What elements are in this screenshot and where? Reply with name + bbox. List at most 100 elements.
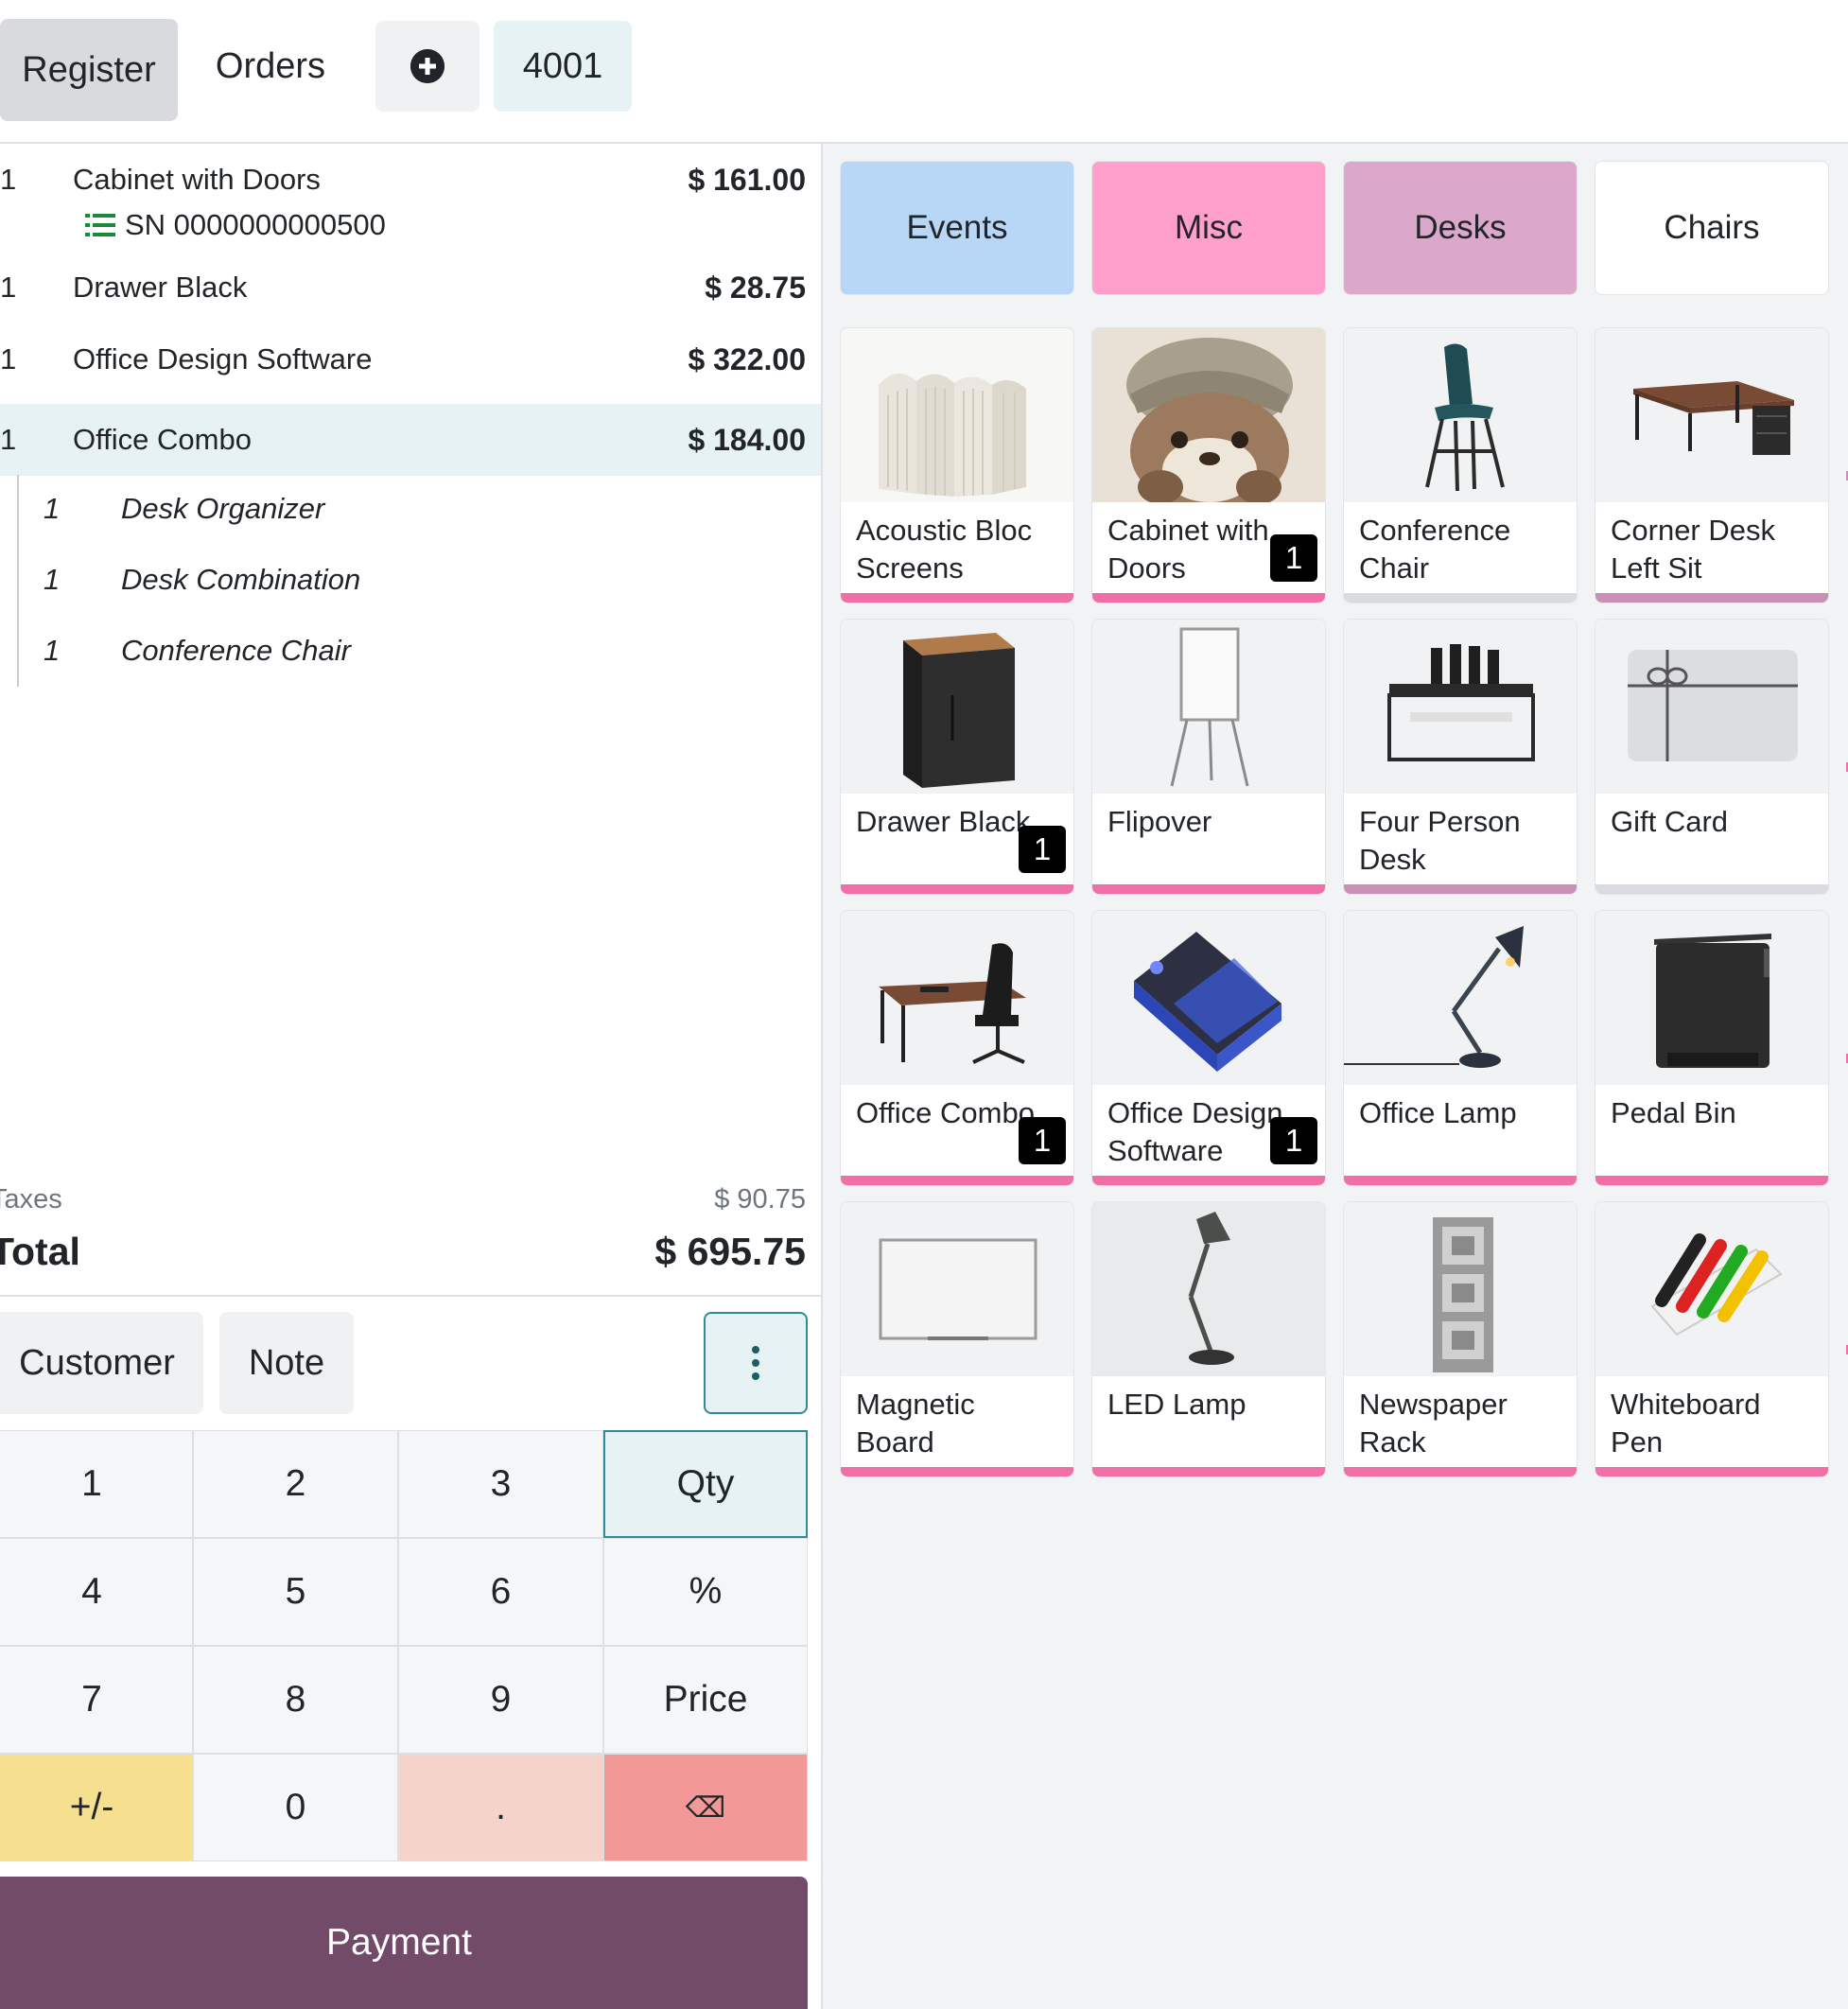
- category-color-bar: [1595, 884, 1828, 894]
- category-color-bar: [841, 593, 1073, 603]
- category-color-bar: [1344, 593, 1577, 603]
- customer-button[interactable]: Customer: [0, 1312, 203, 1414]
- line-qty: 1: [0, 271, 17, 304]
- product-tile[interactable]: Four Person Desk: [1343, 619, 1578, 895]
- note-button[interactable]: Note: [219, 1312, 354, 1414]
- payment-button[interactable]: Payment: [0, 1877, 808, 2009]
- numpad-key-2[interactable]: 2: [193, 1430, 398, 1538]
- order-line[interactable]: 1 Office Design Software $ 322.00: [0, 323, 821, 395]
- product-panel: Events Misc Desks Chairs Acoustic Bloc S…: [823, 144, 1848, 2009]
- more-actions-button[interactable]: [704, 1312, 808, 1414]
- product-tile[interactable]: Drawer Black 1: [840, 619, 1074, 895]
- new-order-button[interactable]: [375, 21, 479, 112]
- product-tile[interactable]: Corner Desk Left Sit: [1595, 327, 1829, 603]
- product-tile[interactable]: Pedal Bin: [1595, 910, 1829, 1186]
- category-color-bar: [1595, 1467, 1828, 1476]
- divider: [0, 1295, 821, 1297]
- whiteboard-pen-image: [1595, 1202, 1828, 1376]
- numpad-key-8[interactable]: 8: [193, 1646, 398, 1754]
- quantity-badge: 1: [1270, 1117, 1317, 1164]
- numpad-key-1[interactable]: 1: [0, 1430, 193, 1538]
- product-tile[interactable]: Cabinet with Doors 1: [1091, 327, 1326, 603]
- serial-number[interactable]: SN 0000000000500: [85, 208, 386, 242]
- combo-item-name: Conference Chair: [121, 634, 351, 667]
- category-misc[interactable]: Misc: [1091, 161, 1326, 295]
- discount-mode-button[interactable]: %: [603, 1538, 808, 1646]
- line-qty: 1: [0, 163, 17, 196]
- numpad-key-7[interactable]: 7: [0, 1646, 193, 1754]
- product-tile[interactable]: Whiteboard Pen: [1595, 1201, 1829, 1477]
- product-name: Gift Card: [1611, 805, 1729, 838]
- orders-button[interactable]: Orders: [199, 21, 342, 112]
- numpad-key-9[interactable]: 9: [398, 1646, 603, 1754]
- serial-label: SN 0000000000500: [125, 208, 386, 241]
- current-order-tab[interactable]: 4001: [494, 21, 632, 112]
- pedal-bin-image: [1595, 911, 1828, 1085]
- product-tile[interactable]: Magnetic Board: [840, 1201, 1074, 1477]
- led-lamp-image: [1092, 1202, 1325, 1376]
- office-combo-image: [841, 911, 1073, 1085]
- product-tile[interactable]: Flipover: [1091, 619, 1326, 895]
- category-color-bar: [841, 1467, 1073, 1476]
- chair-image: [1344, 328, 1577, 502]
- product-name: Newspaper Rack: [1359, 1388, 1508, 1459]
- product-tile[interactable]: Acoustic Bloc Screens: [840, 327, 1074, 603]
- vertical-dots-icon: [752, 1346, 759, 1380]
- product-name: Four Person Desk: [1359, 805, 1521, 876]
- magnetic-board-image: [841, 1202, 1073, 1376]
- line-name: Office Combo: [73, 423, 252, 456]
- category-color-bar: [1344, 1176, 1577, 1185]
- line-name: Drawer Black: [73, 271, 248, 304]
- plus-circle-icon: [410, 49, 445, 83]
- category-desks[interactable]: Desks: [1343, 161, 1578, 295]
- numpad-key-6[interactable]: 6: [398, 1538, 603, 1646]
- order-line[interactable]: 1 Drawer Black $ 28.75: [0, 252, 821, 323]
- order-panel: 1 Cabinet with Doors $ 161.00 SN 0000000…: [0, 144, 823, 2009]
- quantity-badge: 1: [1019, 826, 1066, 873]
- order-line[interactable]: 1 Cabinet with Doors $ 161.00 SN 0000000…: [0, 144, 821, 252]
- backspace-button[interactable]: ⌫: [603, 1754, 808, 1861]
- numpad-key-0[interactable]: 0: [193, 1754, 398, 1861]
- category-color-bar: [1092, 593, 1325, 603]
- product-name: Magnetic Board: [856, 1388, 975, 1459]
- category-color-bar: [1595, 593, 1828, 603]
- order-line-selected[interactable]: 1 Office Combo $ 184.00: [0, 404, 821, 476]
- product-name: Acoustic Bloc Screens: [856, 514, 1033, 585]
- qty-mode-button[interactable]: Qty: [603, 1430, 808, 1538]
- plus-minus-button[interactable]: +/-: [0, 1754, 193, 1861]
- line-price: $ 28.75: [705, 271, 806, 305]
- flipchart-image: [1092, 620, 1325, 794]
- product-tile[interactable]: Office Lamp: [1343, 910, 1578, 1186]
- decimal-button[interactable]: .: [398, 1754, 603, 1861]
- combo-indent-line: [17, 475, 19, 687]
- price-mode-button[interactable]: Price: [603, 1646, 808, 1754]
- combo-item-name: Desk Combination: [121, 563, 361, 596]
- category-events[interactable]: Events: [840, 161, 1074, 295]
- register-button[interactable]: Register: [0, 19, 178, 121]
- product-name: LED Lamp: [1107, 1388, 1247, 1421]
- software-box-image: [1092, 911, 1325, 1085]
- taxes-label: Taxes: [0, 1184, 62, 1214]
- numpad-key-4[interactable]: 4: [0, 1538, 193, 1646]
- product-tile[interactable]: Gift Card: [1595, 619, 1829, 895]
- otter-image: [1092, 328, 1325, 502]
- product-tile[interactable]: Conference Chair: [1343, 327, 1578, 603]
- numpad-key-3[interactable]: 3: [398, 1430, 603, 1538]
- line-price: $ 184.00: [688, 423, 806, 457]
- category-color-bar: [1092, 1467, 1325, 1476]
- acoustic-screens-image: [841, 328, 1073, 502]
- numpad-key-5[interactable]: 5: [193, 1538, 398, 1646]
- line-price: $ 322.00: [688, 342, 806, 376]
- category-color-bar: [841, 1176, 1073, 1185]
- line-price: $ 161.00: [688, 163, 806, 197]
- category-color-bar: [841, 884, 1073, 894]
- product-tile[interactable]: Office Combo 1: [840, 910, 1074, 1186]
- category-color-bar: [1344, 1467, 1577, 1476]
- office-lamp-image: [1344, 911, 1577, 1085]
- category-color-bar: [1344, 884, 1577, 894]
- product-tile[interactable]: LED Lamp: [1091, 1201, 1326, 1477]
- product-tile[interactable]: Office Design Software 1: [1091, 910, 1326, 1186]
- category-chairs[interactable]: Chairs: [1595, 161, 1829, 295]
- product-name: Pedal Bin: [1611, 1096, 1736, 1129]
- product-tile[interactable]: Newspaper Rack: [1343, 1201, 1578, 1477]
